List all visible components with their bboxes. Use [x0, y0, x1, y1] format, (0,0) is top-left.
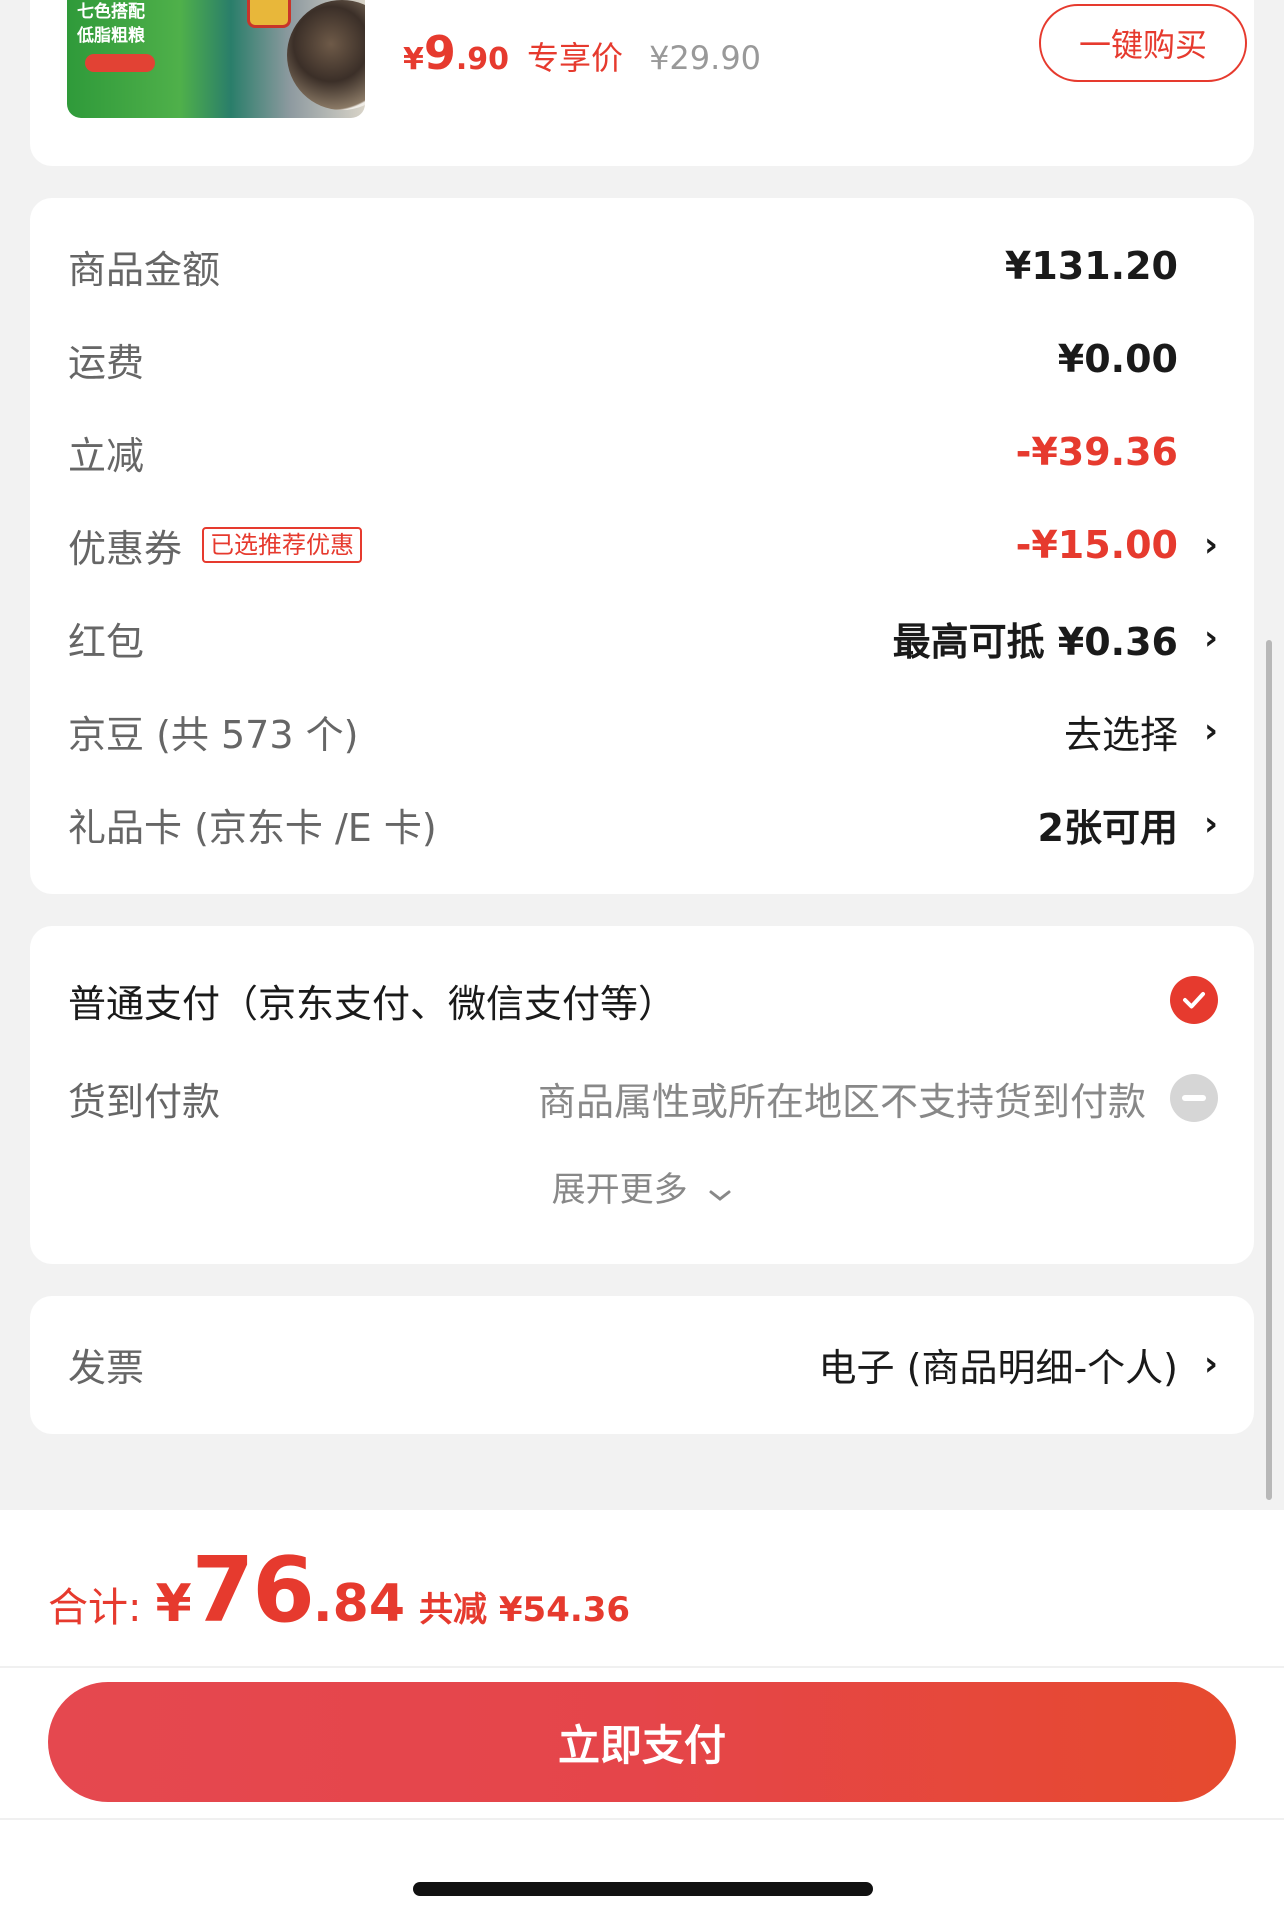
- jd-beans-value: 去选择: [1063, 712, 1178, 757]
- home-indicator[interactable]: [413, 1882, 873, 1896]
- cash-on-delivery-option: 货到付款 商品属性或所在地区不支持货到付款: [68, 1068, 1218, 1128]
- red-packet-value: 最高可抵 ¥0.36: [892, 619, 1178, 664]
- invoice-row[interactable]: 发票 电子 (商品明细-个人) ›: [68, 1334, 1218, 1394]
- normal-payment-label: 普通支付（京东支付、微信支付等）: [68, 981, 677, 1026]
- coupon-recommended-badge: 已选推荐优惠: [202, 527, 363, 563]
- jd-beans-label: 京豆 (共 573 个): [68, 712, 359, 757]
- package-graphic-button: [85, 54, 155, 72]
- chevron-right-icon: ›: [1203, 1344, 1218, 1384]
- check-circle-icon[interactable]: [1170, 976, 1218, 1024]
- total-decimal: .84: [312, 1574, 406, 1634]
- brand-badge-graphic: [247, 0, 291, 28]
- pay-now-button[interactable]: 立即支付: [48, 1682, 1236, 1802]
- gift-card-row[interactable]: 礼品卡 (京东卡 /E 卡) 2张可用 ›: [68, 794, 1218, 854]
- cod-unavailable-note: 商品属性或所在地区不支持货到付款: [537, 1079, 1146, 1124]
- goods-amount-row: 商品金额 ¥131.20: [68, 236, 1218, 296]
- chevron-right-icon: ›: [1203, 711, 1218, 751]
- goods-amount-label: 商品金额: [68, 247, 221, 292]
- price-integer: 9: [423, 26, 456, 80]
- divider: [0, 1818, 1284, 1820]
- price-currency: ¥: [403, 42, 424, 77]
- order-summary-card: 商品金额 ¥131.20 运费 ¥0.00 立减 -¥39.36 优惠券 已选推…: [30, 198, 1254, 894]
- shipping-value: ¥0.00: [1057, 337, 1178, 381]
- coupon-value: -¥15.00: [1015, 523, 1178, 567]
- total-saved: 共减 ¥54.36: [419, 1590, 631, 1630]
- divider: [0, 1666, 1284, 1668]
- chevron-down-icon: [708, 1172, 732, 1212]
- gift-card-value: 2张可用: [1037, 805, 1178, 850]
- product-thumbnail[interactable]: 七色搭配 低脂粗粮: [67, 0, 365, 118]
- chevron-right-icon: ›: [1203, 525, 1218, 565]
- chevron-right-icon: ›: [1203, 618, 1218, 658]
- gift-card-label: 礼品卡 (京东卡 /E 卡): [68, 805, 437, 850]
- coupon-label: 优惠券: [68, 526, 183, 571]
- total-integer: 76: [191, 1538, 315, 1643]
- shipping-row: 运费 ¥0.00: [68, 329, 1218, 389]
- instant-discount-value: -¥39.36: [1015, 430, 1178, 474]
- exclusive-price-tag: 专享价: [527, 39, 624, 77]
- original-price: ¥29.90: [649, 39, 762, 77]
- invoice-label: 发票: [68, 1345, 145, 1390]
- package-text-line1: 七色搭配: [77, 2, 145, 22]
- red-packet-row[interactable]: 红包 最高可抵 ¥0.36 ›: [68, 608, 1218, 668]
- total-currency: ¥: [155, 1574, 192, 1634]
- expand-more-label: 展开更多: [551, 1170, 688, 1210]
- product-price-row: ¥ 9 .90 专享价 ¥29.90: [403, 26, 761, 80]
- shipping-label: 运费: [68, 340, 145, 385]
- grain-bowl-graphic: [287, 0, 365, 110]
- expand-more-button[interactable]: 展开更多: [30, 1162, 1254, 1212]
- chevron-right-icon: ›: [1203, 804, 1218, 844]
- instant-discount-row: 立减 -¥39.36: [68, 422, 1218, 482]
- scrollbar[interactable]: [1266, 640, 1272, 1500]
- instant-discount-label: 立减: [68, 433, 145, 478]
- product-card: 七色搭配 低脂粗粮 ¥ 9 .90 专享价 ¥29.90 一键购买: [30, 0, 1254, 166]
- total-row: 合计: ¥ 76 .84 共减 ¥54.36: [48, 1538, 630, 1643]
- red-packet-label: 红包: [68, 619, 145, 664]
- jd-beans-row[interactable]: 京豆 (共 573 个) 去选择 ›: [68, 701, 1218, 761]
- invoice-card[interactable]: 发票 电子 (商品明细-个人) ›: [30, 1296, 1254, 1434]
- normal-payment-option[interactable]: 普通支付（京东支付、微信支付等）: [68, 970, 1218, 1030]
- coupon-row[interactable]: 优惠券 已选推荐优惠 -¥15.00 ›: [68, 515, 1218, 575]
- disabled-circle-icon: [1170, 1074, 1218, 1122]
- price-decimal: .90: [455, 42, 510, 77]
- one-click-buy-button[interactable]: 一键购买: [1039, 4, 1247, 82]
- package-text-line2: 低脂粗粮: [77, 26, 145, 46]
- payment-method-card: 普通支付（京东支付、微信支付等） 货到付款 商品属性或所在地区不支持货到付款 展…: [30, 926, 1254, 1264]
- invoice-value: 电子 (商品明细-个人): [818, 1345, 1178, 1390]
- goods-amount-value: ¥131.20: [1004, 244, 1178, 288]
- cod-label: 货到付款: [68, 1079, 221, 1124]
- total-label: 合计:: [48, 1585, 142, 1631]
